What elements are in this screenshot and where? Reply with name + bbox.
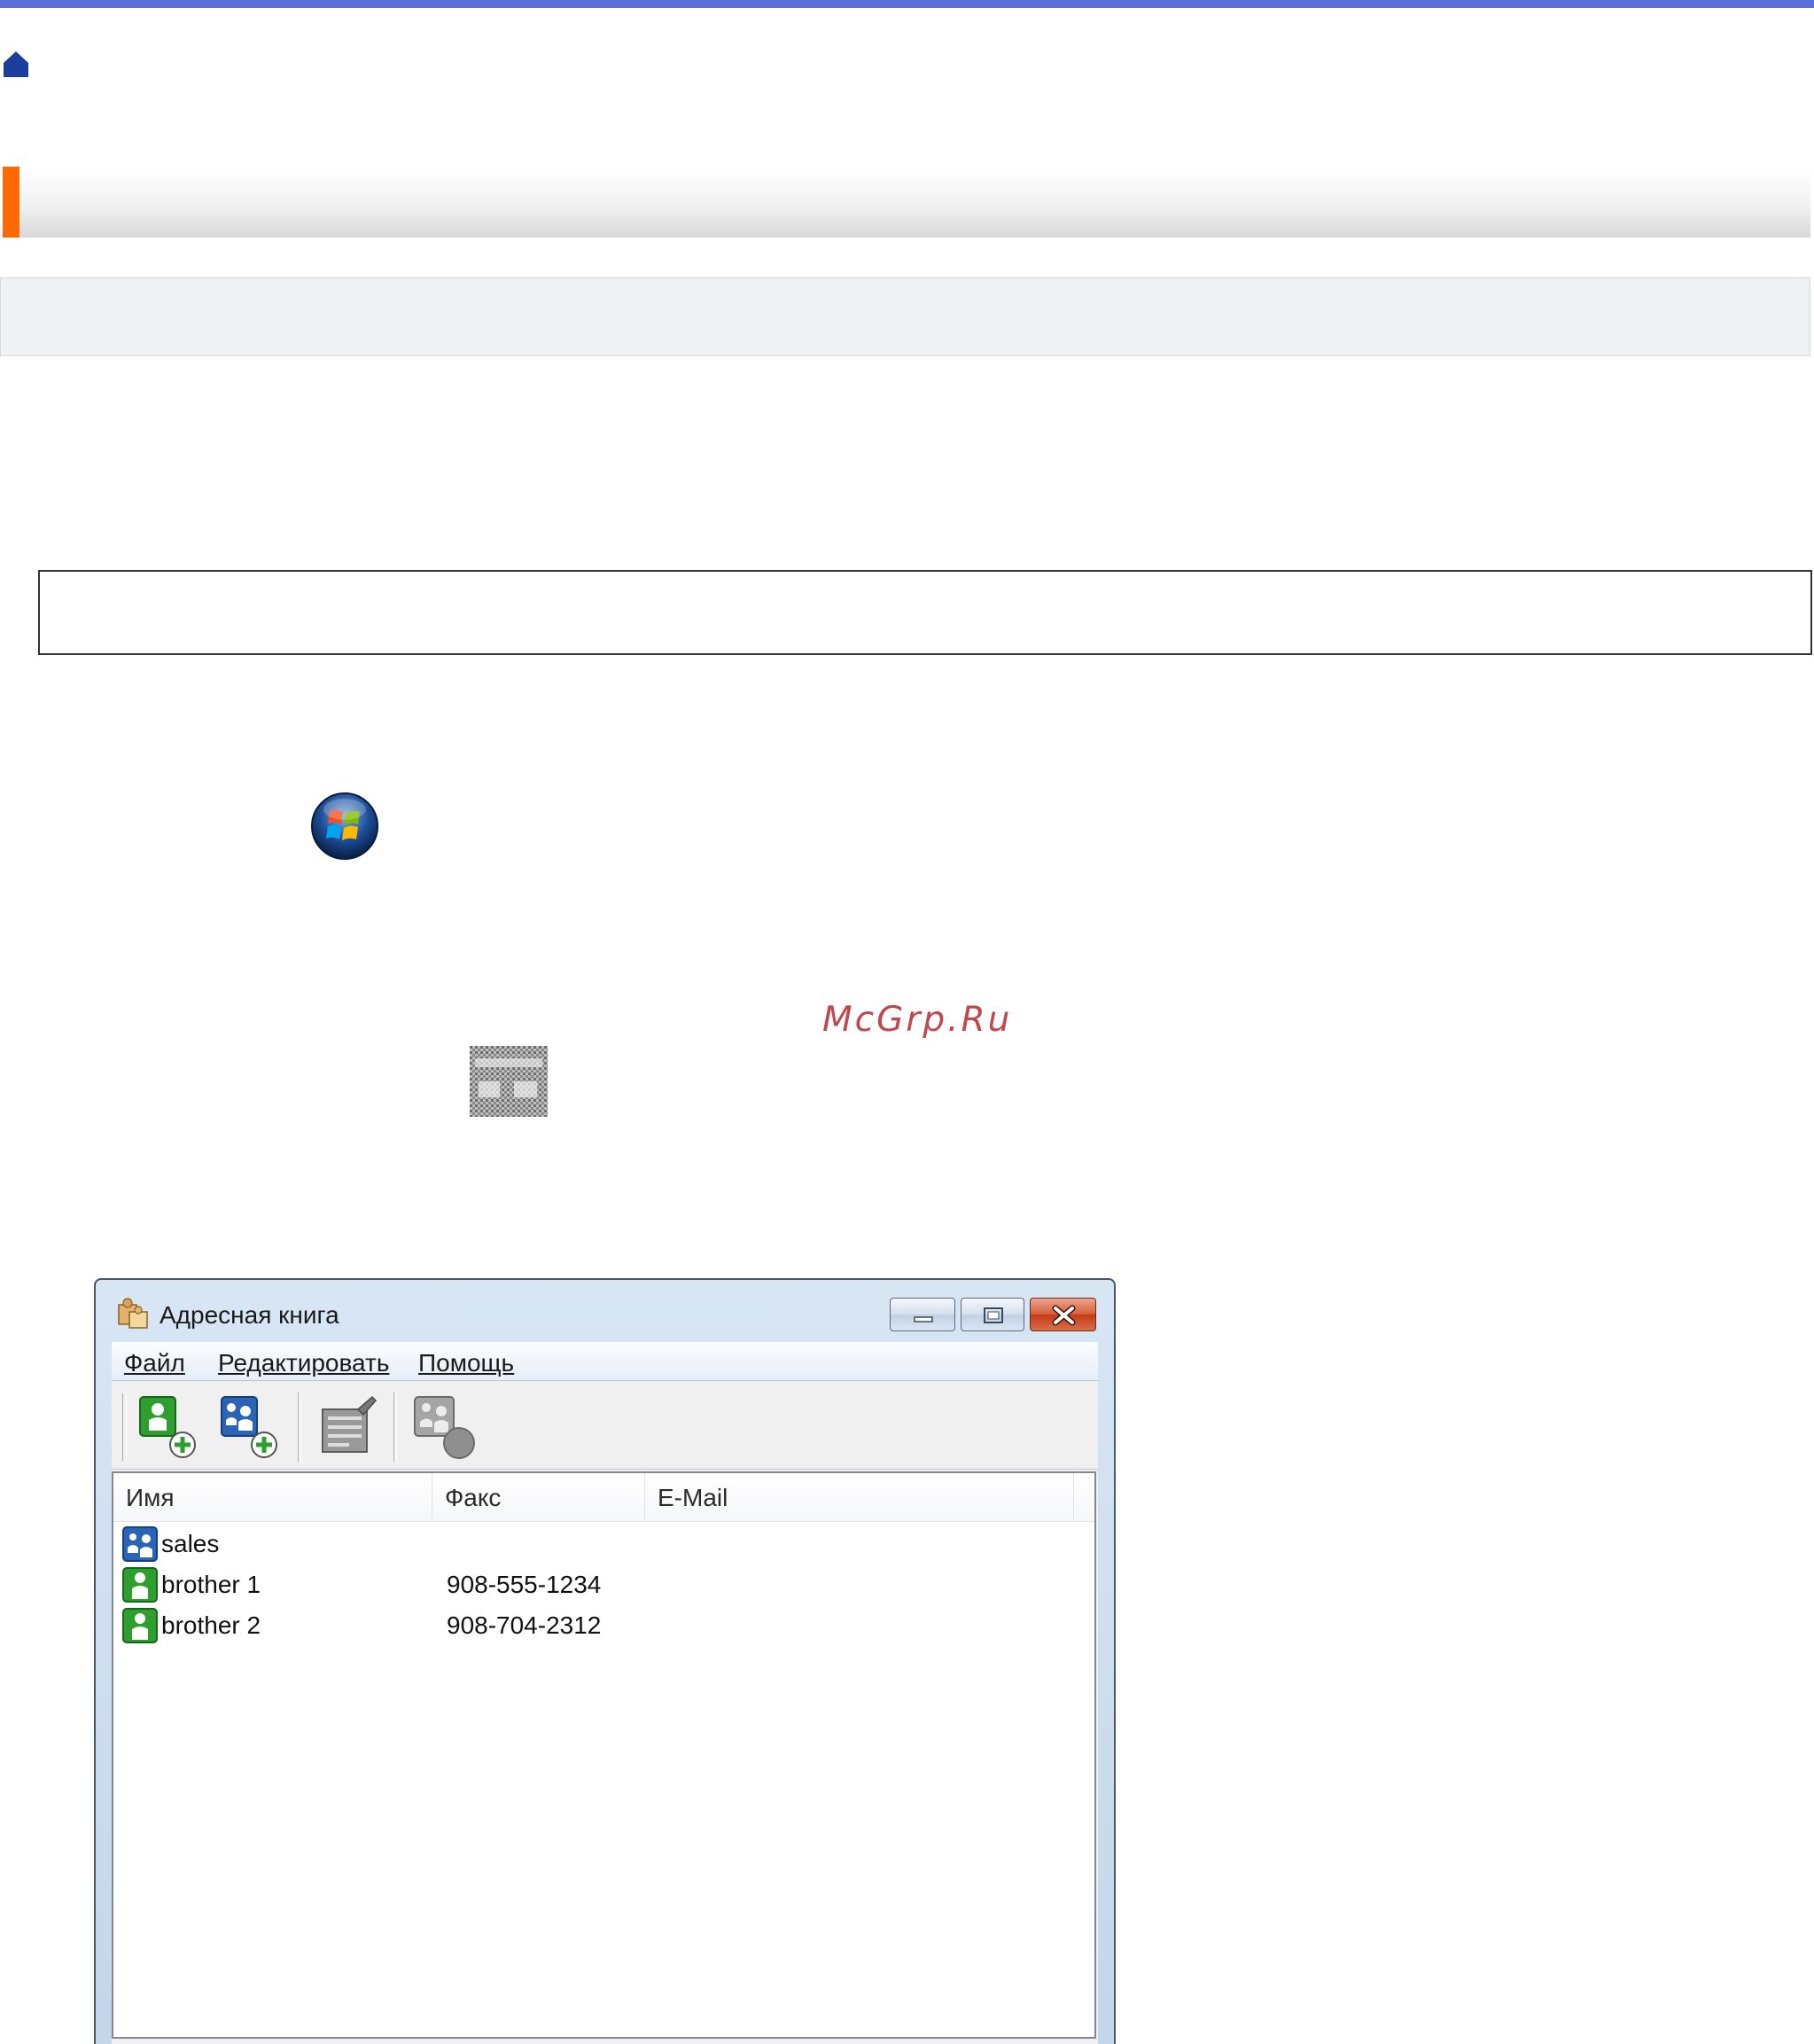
home-icon[interactable] xyxy=(3,50,29,78)
menu-file[interactable]: Файл xyxy=(124,1349,185,1377)
list-header: Имя Факс E-Mail xyxy=(113,1473,1094,1522)
add-group-icon xyxy=(221,1396,277,1458)
address-list[interactable]: Имя Факс E-Mail sales brother 1 908-555-… xyxy=(112,1471,1096,2039)
window-client-area: Файл Редактировать Помощь Имя Факс E-Mai… xyxy=(112,1342,1098,2044)
add-member-icon xyxy=(139,1396,196,1458)
menu-bar: Файл Редактировать Помощь xyxy=(112,1342,1098,1381)
add-member-button[interactable] xyxy=(136,1393,206,1463)
window-titlebar[interactable]: Адресная книга xyxy=(96,1280,1114,1342)
toolbar-grip xyxy=(122,1393,127,1461)
menu-edit[interactable]: Редактировать xyxy=(218,1349,389,1377)
section-heading-bar xyxy=(3,167,1810,238)
close-button[interactable] xyxy=(1030,1298,1096,1331)
group-icon xyxy=(122,1526,158,1562)
menu-help[interactable]: Помощь xyxy=(418,1349,514,1377)
toolbar-separator xyxy=(298,1392,301,1463)
column-header-fax[interactable]: Факс xyxy=(432,1473,645,1521)
row-fax: 908-704-2312 xyxy=(447,1611,602,1639)
edit-button[interactable] xyxy=(314,1393,383,1463)
related-models-bar xyxy=(0,277,1810,356)
edit-icon xyxy=(322,1395,378,1453)
list-item[interactable]: brother 1 908-555-1234 xyxy=(113,1565,1094,1604)
add-group-button[interactable] xyxy=(218,1393,287,1463)
windows-start-orb-icon xyxy=(310,792,379,861)
minimize-button[interactable] xyxy=(890,1298,955,1331)
list-item[interactable]: sales xyxy=(113,1525,1094,1564)
heading-accent xyxy=(3,167,19,238)
member-icon xyxy=(122,1608,158,1643)
row-name: brother 1 xyxy=(161,1571,261,1598)
watermark-text: McGrp.Ru xyxy=(822,1000,1013,1040)
top-color-bar xyxy=(0,0,1814,8)
maximize-button[interactable] xyxy=(961,1298,1024,1331)
column-header-name[interactable]: Имя xyxy=(113,1473,432,1521)
toolbar xyxy=(112,1381,1098,1470)
row-fax: 908-555-1234 xyxy=(447,1571,602,1598)
list-item[interactable]: brother 2 908-704-2312 xyxy=(113,1606,1094,1645)
row-name: brother 2 xyxy=(161,1611,261,1639)
window-title: Адресная книга xyxy=(160,1301,339,1329)
address-book-app-icon xyxy=(117,1298,149,1330)
note-box xyxy=(38,570,1812,655)
delete-icon xyxy=(414,1396,475,1459)
toolbar-separator xyxy=(393,1392,397,1463)
address-book-window: Адресная книга Файл Редактировать Помощь xyxy=(94,1278,1116,2044)
column-header-email[interactable]: E-Mail xyxy=(645,1473,1074,1521)
member-icon xyxy=(122,1567,158,1603)
delete-button[interactable] xyxy=(411,1393,480,1463)
row-name: sales xyxy=(161,1530,220,1557)
address-book-button-icon xyxy=(470,1046,548,1117)
